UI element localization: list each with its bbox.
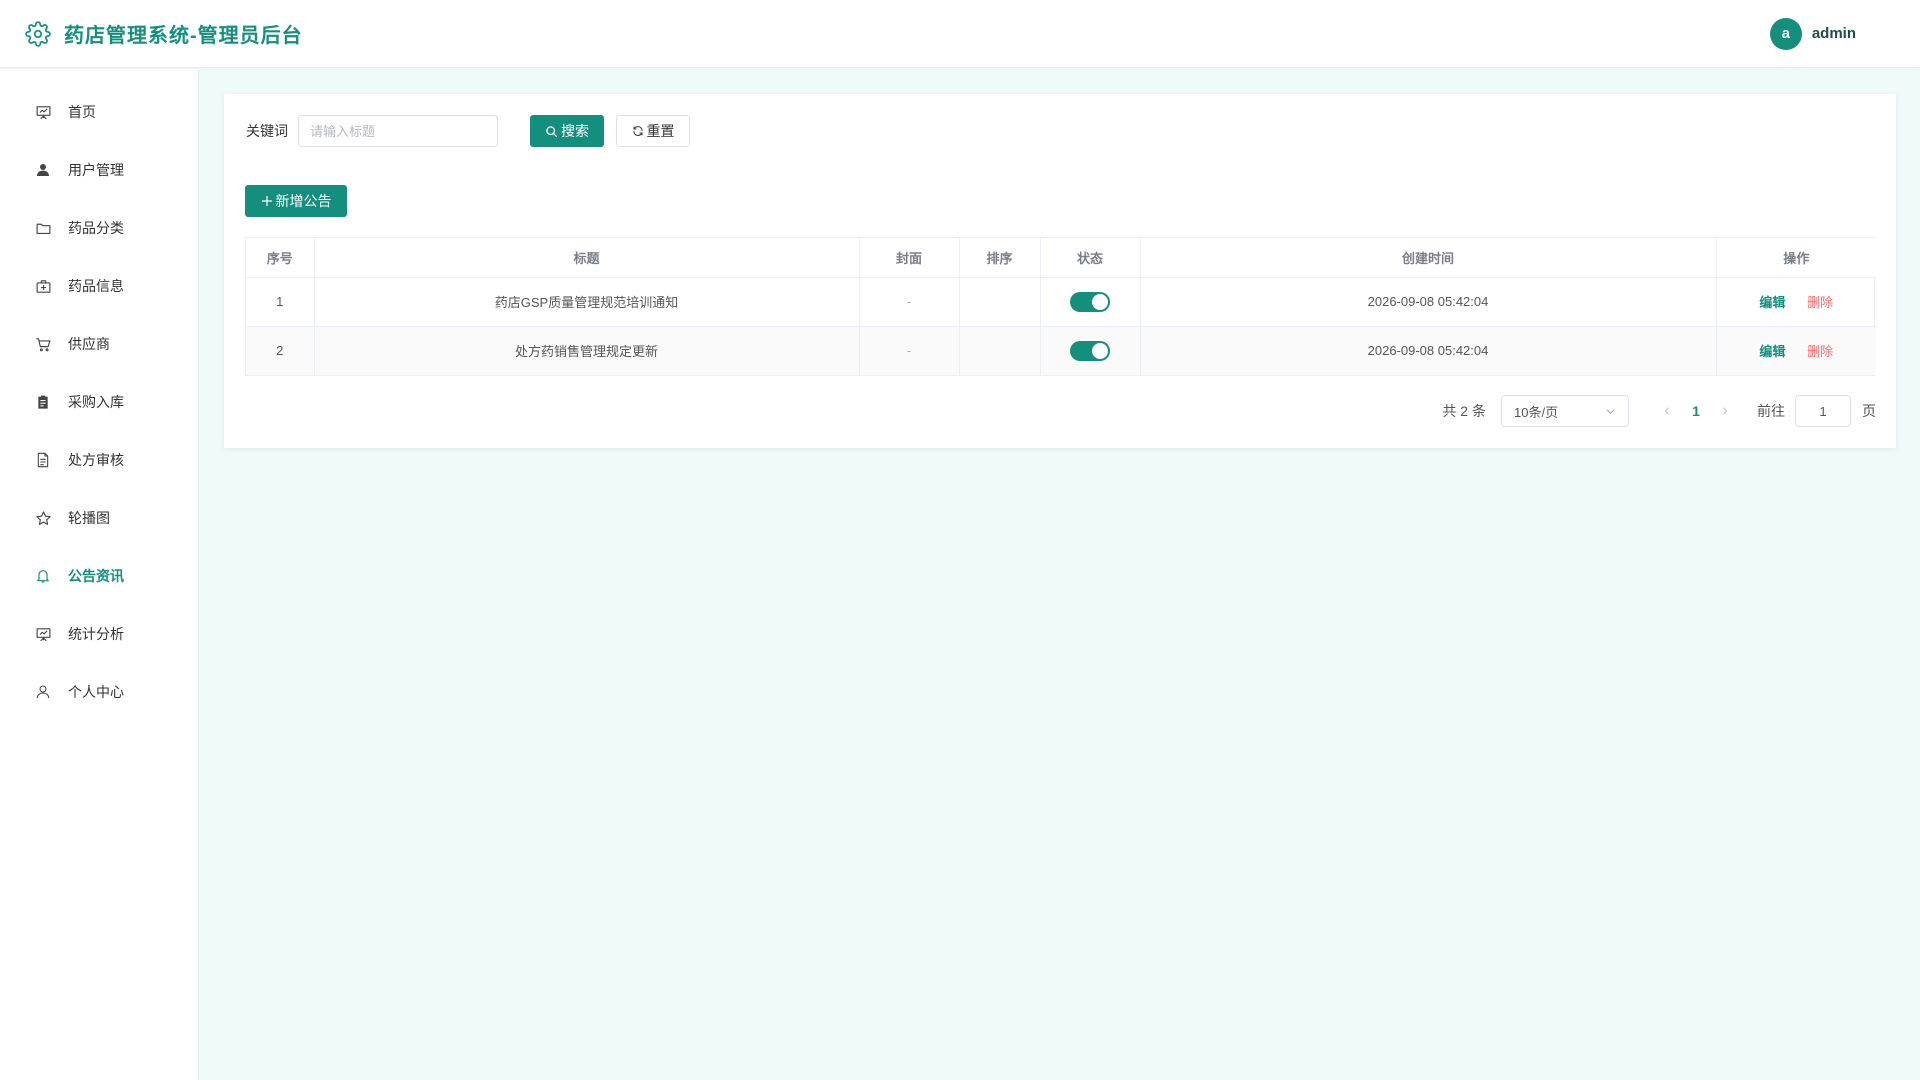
- star-icon: [34, 509, 52, 527]
- cell-status: [1040, 277, 1141, 327]
- cell-title: 处方药销售管理规定更新: [314, 326, 860, 375]
- cell-sort: [959, 277, 1041, 327]
- app-title: 药店管理系统-管理员后台: [64, 25, 303, 47]
- document-icon: [34, 451, 52, 469]
- cell-created: 2026-09-08 05:42:04: [1140, 277, 1717, 327]
- sidebar-item-label: 公告资讯: [68, 568, 124, 584]
- sidebar-item-label: 轮播图: [68, 510, 110, 526]
- delete-link[interactable]: 删除: [1807, 295, 1833, 310]
- cell-cover: -: [859, 326, 960, 375]
- content-card: 关键词 搜索 重置 新增公告 序号 标题 封面 排序 状态: [224, 94, 1896, 448]
- announcement-table: 序号 标题 封面 排序 状态 创建时间 操作 1 药店GSP质量管理规范培训通知…: [245, 237, 1876, 376]
- sidebar-item-label: 药品分类: [68, 220, 124, 236]
- cell-sort: [959, 326, 1041, 375]
- cell-status: [1040, 326, 1141, 375]
- sidebar-item-home[interactable]: 首页: [0, 83, 198, 141]
- page-size-select[interactable]: 10条/页: [1501, 395, 1629, 427]
- column-header-cover: 封面: [859, 238, 960, 278]
- sidebar-item-label: 采购入库: [68, 394, 124, 410]
- user-icon: [34, 683, 52, 701]
- sidebar-item-statistics[interactable]: 统计分析: [0, 605, 198, 663]
- goto-page-input[interactable]: [1795, 395, 1851, 427]
- next-page-button[interactable]: [1711, 397, 1739, 425]
- avatar[interactable]: a: [1769, 17, 1802, 50]
- column-header-created: 创建时间: [1140, 238, 1717, 278]
- column-header-status: 状态: [1040, 238, 1141, 278]
- search-input[interactable]: [298, 115, 498, 147]
- reset-button-label: 重置: [646, 123, 675, 139]
- user-filled-icon: [34, 161, 52, 179]
- clipboard-icon: [34, 393, 52, 411]
- search-bar: 关键词 搜索 重置: [246, 115, 690, 147]
- search-button[interactable]: 搜索: [530, 115, 604, 147]
- sidebar: 首页 用户管理 药品分类 药品信息 供应商 采购入库 处方审核 轮播图 公告资讯…: [0, 69, 199, 1080]
- sidebar-item-drug-info[interactable]: 药品信息: [0, 257, 198, 315]
- cell-actions: 编辑 删除: [1716, 277, 1876, 327]
- refresh-icon: [632, 126, 643, 136]
- reset-button[interactable]: 重置: [616, 115, 690, 147]
- chevron-down-icon: [1606, 409, 1615, 414]
- first-aid-kit-icon: [34, 277, 52, 295]
- cell-index: 2: [246, 326, 315, 375]
- edit-link[interactable]: 编辑: [1759, 344, 1785, 359]
- status-toggle[interactable]: [1070, 291, 1110, 312]
- cell-actions: 编辑 删除: [1716, 326, 1876, 375]
- search-icon: [546, 125, 558, 137]
- sidebar-item-label: 个人中心: [68, 684, 124, 700]
- sidebar-item-drug-category[interactable]: 药品分类: [0, 199, 198, 257]
- sidebar-item-label: 药品信息: [68, 278, 124, 294]
- presentation-board-icon: [34, 625, 52, 643]
- sidebar-item-label: 首页: [68, 104, 96, 120]
- add-announcement-button[interactable]: 新增公告: [245, 185, 347, 217]
- sidebar-item-supplier[interactable]: 供应商: [0, 315, 198, 373]
- column-header-index: 序号: [246, 238, 315, 278]
- page-size-value: 10条/页: [1514, 404, 1559, 420]
- gear-icon: [24, 20, 52, 48]
- edit-link[interactable]: 编辑: [1759, 295, 1785, 310]
- presentation-board-icon: [34, 103, 52, 121]
- cell-cover: -: [859, 277, 960, 327]
- delete-link[interactable]: 删除: [1807, 344, 1833, 359]
- bell-icon: [34, 567, 52, 585]
- chevron-left-icon: [1664, 407, 1669, 415]
- shopping-cart-icon: [34, 335, 52, 353]
- cell-index: 1: [246, 277, 315, 327]
- table-header-row: 序号 标题 封面 排序 状态 创建时间 操作: [246, 238, 1876, 278]
- cell-title: 药店GSP质量管理规范培训通知: [314, 277, 860, 327]
- sidebar-item-users[interactable]: 用户管理: [0, 141, 198, 199]
- goto-label: 前往: [1757, 403, 1785, 419]
- folder-icon: [34, 219, 52, 237]
- sidebar-item-label: 供应商: [68, 336, 110, 352]
- plus-icon: [261, 195, 272, 207]
- sidebar-item-carousel[interactable]: 轮播图: [0, 489, 198, 547]
- sidebar-item-announcements[interactable]: 公告资讯: [0, 547, 198, 605]
- table-row: 1 药店GSP质量管理规范培训通知 - 2026-09-08 05:42:04 …: [246, 277, 1876, 327]
- page-unit-label: 页: [1862, 403, 1876, 419]
- prev-page-button[interactable]: [1653, 397, 1681, 425]
- status-toggle[interactable]: [1070, 340, 1110, 361]
- sidebar-item-label: 用户管理: [68, 162, 124, 178]
- pagination-total: 共 2 条: [1442, 403, 1486, 419]
- sidebar-item-purchase[interactable]: 采购入库: [0, 373, 198, 431]
- sidebar-item-label: 统计分析: [68, 626, 124, 642]
- cell-created: 2026-09-08 05:42:04: [1140, 326, 1717, 375]
- pagination: 共 2 条 10条/页 1 前往 页: [1442, 395, 1876, 427]
- top-header: 药店管理系统-管理员后台 a admin: [0, 0, 1920, 68]
- keyword-label: 关键词: [246, 123, 288, 139]
- column-header-title: 标题: [314, 238, 860, 278]
- column-header-actions: 操作: [1716, 238, 1876, 278]
- search-button-label: 搜索: [561, 123, 589, 139]
- sidebar-item-profile[interactable]: 个人中心: [0, 663, 198, 721]
- sidebar-item-prescription[interactable]: 处方审核: [0, 431, 198, 489]
- page-number[interactable]: 1: [1681, 403, 1711, 419]
- add-button-label: 新增公告: [275, 193, 332, 209]
- user-menu[interactable]: a admin: [1769, 17, 1856, 50]
- chevron-right-icon: [1723, 407, 1728, 415]
- username[interactable]: admin: [1812, 25, 1856, 42]
- sidebar-item-label: 处方审核: [68, 452, 124, 468]
- table-row: 2 处方药销售管理规定更新 - 2026-09-08 05:42:04 编辑 删…: [246, 326, 1876, 375]
- column-header-sort: 排序: [959, 238, 1041, 278]
